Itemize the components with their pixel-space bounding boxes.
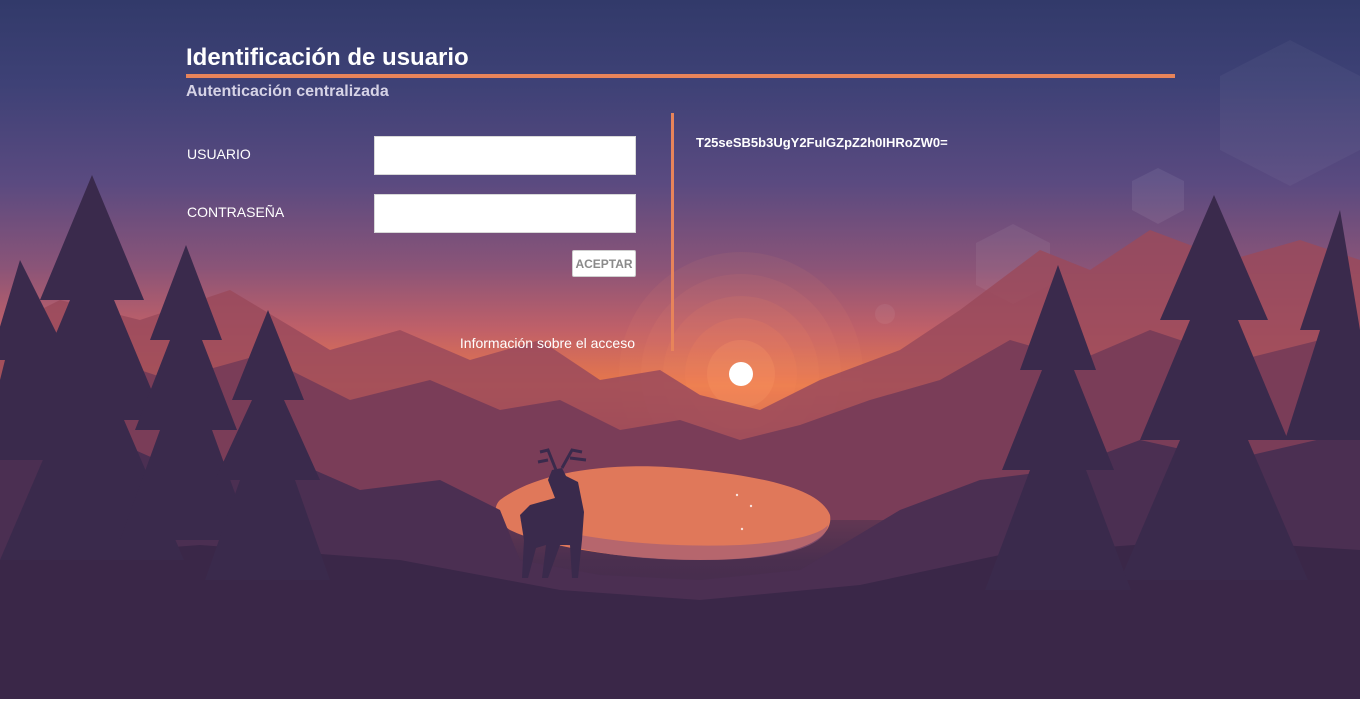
login-page: Identificación de usuario Autenticación … [0,0,1360,702]
password-label: CONTRASEÑA [187,204,285,220]
pine-trees-left [0,175,330,580]
accept-button[interactable]: ACEPTAR [572,250,636,277]
page-subtitle: Autenticación centralizada [186,83,389,100]
decor-hexagon [1132,168,1184,224]
token-text: T25seSB5b3UgY2FulGZpZ2h0IHRoZW0= [696,135,948,150]
decor-hexagon [1220,40,1360,186]
background-landscape [0,40,1360,702]
panel-divider [671,113,674,351]
access-info-link[interactable]: Información sobre el acceso [460,335,635,351]
title-divider [186,74,1175,78]
page-title: Identificación de usuario [186,44,469,71]
username-label: USUARIO [187,146,251,162]
password-input[interactable] [374,194,636,233]
username-input[interactable] [374,136,636,175]
decor-dot [875,304,895,324]
sun [729,362,753,386]
